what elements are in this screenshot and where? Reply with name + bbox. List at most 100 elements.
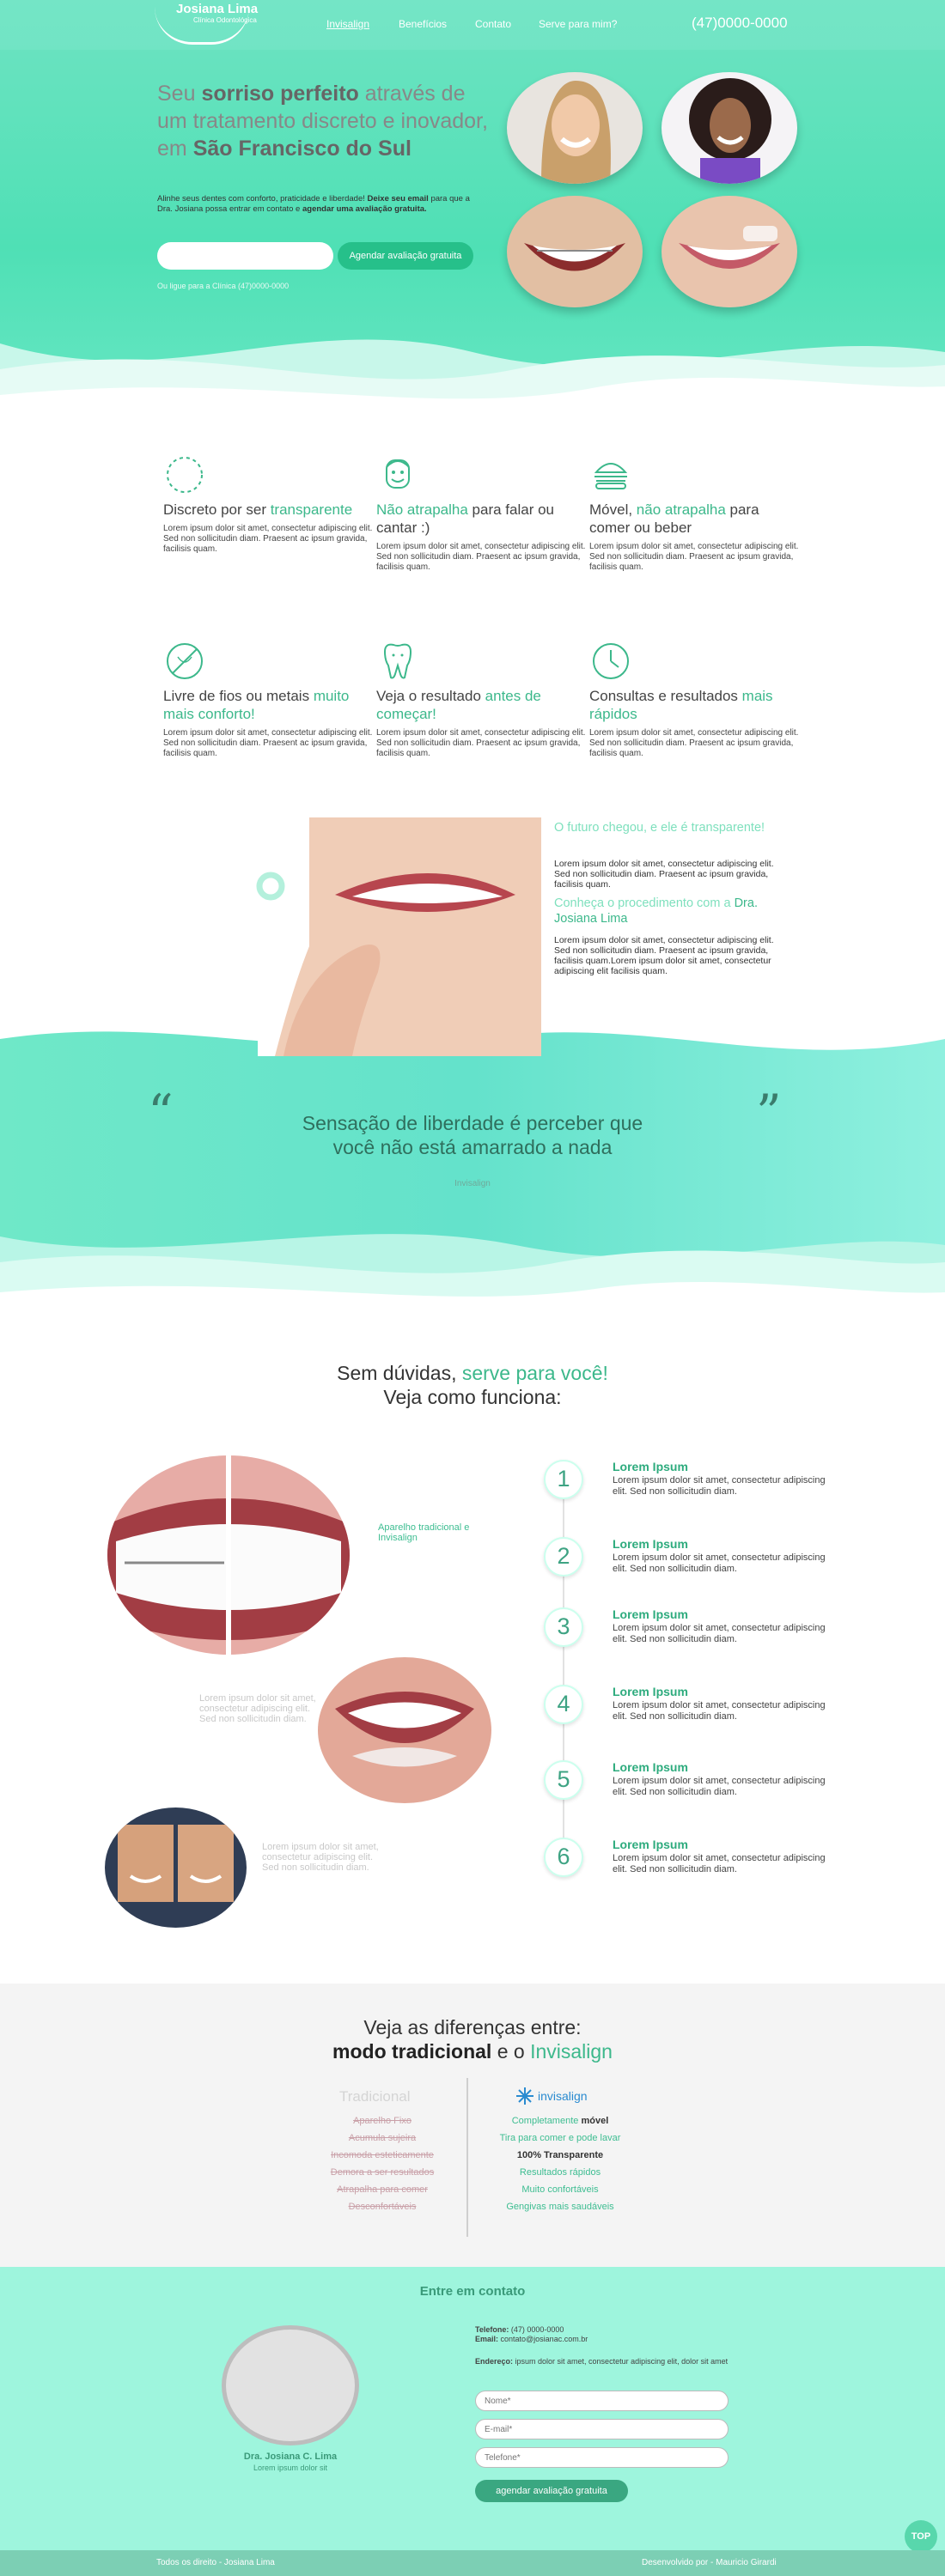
future-text-1: Lorem ipsum dolor sit amet, consectetur … (554, 859, 774, 890)
step-number: 1 (544, 1460, 583, 1499)
photo-smiling-woman-curly (662, 72, 797, 184)
hero-call-text: Ou ligue para a Clínica (47)0000-0000 (157, 282, 290, 290)
step-text: Lorem ipsum dolor sit amet, consectetur … (613, 1700, 826, 1722)
logo-subtitle: Clínica Odontológica (193, 16, 257, 24)
photo-man-braces (507, 196, 643, 307)
steps-heading: Sem dúvidas, serve para você! Veja como f… (337, 1362, 608, 1408)
step-title: Lorem Ipsum (613, 1685, 688, 1698)
contact-info: Telefone: (47) 0000-0000 Email: contato@… (475, 2325, 588, 2344)
before-after-caption: Lorem ipsum dolor sit amet, consectetur … (262, 1842, 379, 1873)
feature-text: Lorem ipsum dolor sit amet, consectetur … (589, 542, 799, 572)
quote-band-bottom-wave (0, 1234, 945, 1314)
contact-section (0, 2267, 945, 2550)
invisalign-item-text: Muito confortáveis (521, 2184, 599, 2195)
invisalign-item: Muito confortáveis (483, 2184, 637, 2195)
invisalign-item-text: Gengivas mais saudáveis (506, 2202, 614, 2212)
feature-text: Lorem ipsum dolor sit amet, consectetur … (376, 728, 586, 758)
invisalign-item: Tira para comer e pode lavar (483, 2133, 637, 2143)
back-to-top-button[interactable]: TOP (905, 2520, 937, 2553)
hero-email-input[interactable] (157, 242, 333, 270)
feature-2: Não atrapalha para falar ou cantar :) Lo… (376, 453, 587, 573)
feature-title: Livre de fios ou metais muito mais confo… (163, 688, 350, 722)
traditional-item: Incomoda esteticamente (331, 2150, 434, 2160)
invisalign-item-text: Resultados rápidos (519, 2167, 601, 2178)
name-field[interactable] (475, 2391, 729, 2411)
photo-aligner-smile (318, 1657, 491, 1803)
photo-man-before-after (105, 1807, 247, 1928)
traditional-item: Desconfortáveis (348, 2202, 417, 2212)
no-wire-icon (167, 643, 203, 679)
contact-address: Endereço: ipsum dolor sit amet, consecte… (475, 2357, 729, 2366)
top-nav (0, 0, 945, 50)
logo-title[interactable]: Josiana Lima (176, 2, 258, 16)
tooth-icon (383, 643, 412, 679)
photo-braces-comparison (107, 1455, 350, 1655)
contact-phone: Telefone: (47) 0000-0000 (475, 2325, 564, 2334)
invisalign-star-icon (516, 2087, 533, 2105)
step-title: Lorem Ipsum (613, 1607, 688, 1621)
invisalign-item-highlight: 100% Transparente (516, 2150, 604, 2160)
doctor-avatar (222, 2325, 359, 2445)
step-text: Lorem ipsum dolor sit amet, consectetur … (613, 1853, 826, 1874)
smiling-face-icon (386, 459, 410, 489)
traditional-item: Atrapalha para comer (337, 2184, 428, 2195)
invisalign-logo-text: invisalign (538, 2089, 588, 2103)
differences-divider (466, 2078, 468, 2237)
hero-cta-button[interactable]: Agendar avaliação gratuita (338, 242, 473, 270)
invisalign-item-text: Tira para comer e pode lavar (499, 2133, 621, 2143)
feature-3: Móvel, não atrapalha para comer ou beber… (589, 453, 800, 573)
feature-6: Consultas e resultados mais rápidos Lore… (589, 640, 800, 759)
submit-button[interactable]: agendar avaliação gratuita (475, 2480, 628, 2502)
invisalign-item-highlight: móvel (581, 2116, 609, 2126)
footer (0, 2550, 945, 2576)
footer-copyright: Todos os direito - Josiana Lima (156, 2558, 275, 2567)
feature-text: Lorem ipsum dolor sit amet, consectetur … (589, 728, 799, 758)
nav-invisalign[interactable]: Invisalign (326, 18, 369, 30)
traditional-item: Aparelho Fixo (353, 2116, 412, 2126)
feature-1: Discreto por ser transparente Lorem ipsu… (163, 453, 374, 555)
aligner-photo (258, 817, 541, 1056)
feature-title: Consultas e resultados mais rápidos (589, 688, 773, 722)
step-number: 5 (544, 1760, 583, 1800)
step-text: Lorem ipsum dolor sit amet, consectetur … (613, 1776, 826, 1797)
invisalign-item: Gengivas mais saudáveis (483, 2202, 637, 2212)
quote-band (0, 1013, 945, 1314)
step-title: Lorem Ipsum (613, 1838, 688, 1851)
future-heading: O futuro chegou, e ele é transparente! (554, 821, 765, 835)
close-quote-icon: ” (756, 1084, 782, 1142)
nav-serve-para-mim[interactable]: Serve para mim? (539, 18, 617, 30)
step-title: Lorem Ipsum (613, 1537, 688, 1551)
footer-credit: Desenvolvido por - Mauricio Girardi (642, 2558, 777, 2567)
feature-4: Livre de fios ou metais muito mais confo… (163, 640, 374, 759)
email-field[interactable] (475, 2419, 729, 2439)
feature-text: Lorem ipsum dolor sit amet, consectetur … (163, 524, 373, 554)
hero-description: Alinhe seus dentes com conforto, pratici… (157, 194, 470, 214)
feature-title: Móvel, não atrapalha para comer ou beber (589, 501, 759, 536)
step-number: 4 (544, 1685, 583, 1724)
feature-text: Lorem ipsum dolor sit amet, consectetur … (163, 728, 373, 758)
comparison-caption: Aparelho tradicional e Invisalign (378, 1522, 470, 1543)
decorative-ring (256, 872, 285, 901)
photo-smiling-woman-blonde (507, 72, 643, 184)
invisalign-item-text: Completamente (511, 2116, 582, 2126)
hero-heading: Seu sorriso perfeito através de um trata… (157, 82, 488, 161)
invisalign-item: Resultados rápidos (483, 2167, 637, 2178)
doctor-name: Dra. Josiana C. Lima (243, 2451, 338, 2462)
feature-title: Discreto por ser transparente (163, 501, 353, 518)
quote-text: Sensação de liberdade é perceber que voc… (302, 1112, 643, 1158)
invisalign-item: 100% Transparente (483, 2150, 637, 2160)
nav-beneficios[interactable]: Benefícios (399, 18, 447, 30)
step-title: Lorem Ipsum (613, 1460, 688, 1473)
contact-title: Entre em contato (419, 2284, 526, 2299)
feature-text: Lorem ipsum dolor sit amet, consectetur … (376, 542, 586, 572)
contact-email[interactable]: Email: contato@josianac.com.br (475, 2335, 588, 2344)
step-text: Lorem ipsum dolor sit amet, consectetur … (613, 1552, 826, 1574)
aligner-caption: Lorem ipsum dolor sit amet, consectetur … (199, 1693, 316, 1724)
header-phone[interactable]: (47)0000-0000 (692, 15, 788, 32)
nav-contato[interactable]: Contato (475, 18, 511, 30)
step-text: Lorem ipsum dolor sit amet, consectetur … (613, 1623, 826, 1644)
feature-title: Veja o resultado antes de começar! (376, 688, 541, 722)
procedure-text: Lorem ipsum dolor sit amet, consectetur … (554, 935, 774, 976)
quote-source: Invisalign (454, 1179, 491, 1188)
phone-field[interactable] (475, 2447, 729, 2468)
